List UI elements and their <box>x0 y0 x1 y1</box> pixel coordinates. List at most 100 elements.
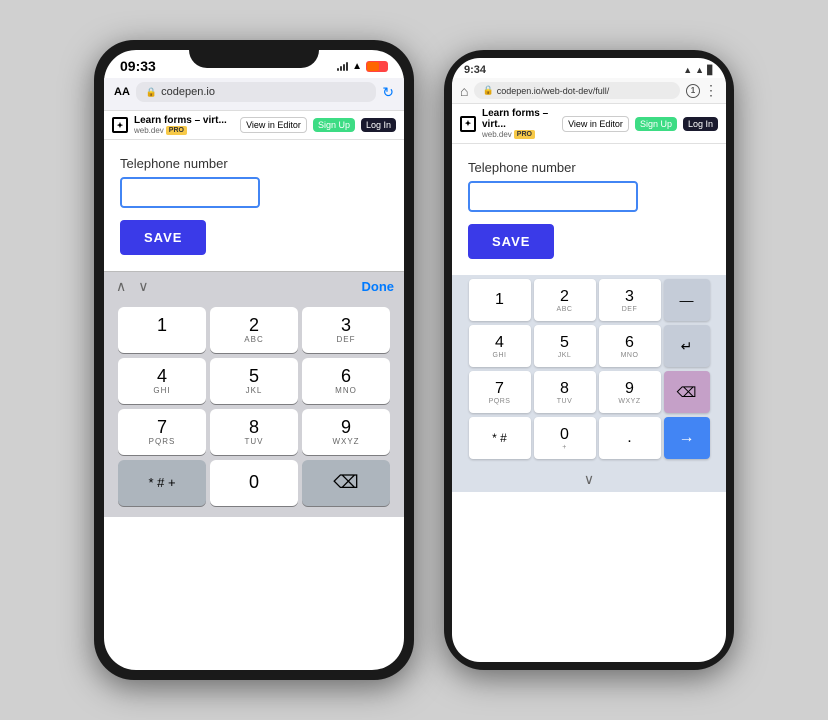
android-key-5[interactable]: 5 JKL <box>534 325 596 367</box>
kb-row-4: * # + 0 ⌫ <box>108 460 400 506</box>
android-home-icon[interactable]: ⌂ <box>460 83 468 99</box>
android-telephone-input[interactable] <box>468 181 638 212</box>
key-9[interactable]: 9 WXYZ <box>302 409 390 455</box>
kb-nav[interactable]: ∧ ∨ <box>114 276 151 297</box>
login-button[interactable]: Log In <box>361 118 396 132</box>
android-telephone-label: Telephone number <box>468 160 710 175</box>
left-phone: 09:33 ▲ AA 🔒 codepe <box>94 40 414 680</box>
ios-browser-bar[interactable]: AA 🔒 codepen.io ↻ <box>104 78 404 111</box>
view-in-editor-button[interactable]: View in Editor <box>240 117 307 133</box>
android-keyboard: 1 2 ABC 3 DEF — 4 GHI <box>452 275 726 467</box>
android-key-go[interactable]: → <box>664 417 710 459</box>
android-key-dot[interactable]: . <box>599 417 661 459</box>
battery-icon <box>366 61 388 72</box>
android-menu-icon[interactable]: ⋮ <box>704 82 718 99</box>
android-status-bar: 9:34 ▲ ▲ ▊ <box>452 58 726 78</box>
android-key-enter[interactable]: ↵ <box>664 325 710 367</box>
android-codepen-logo: ✦ <box>460 116 476 132</box>
key-1[interactable]: 1 <box>118 307 206 353</box>
ios-keyboard: 1 2 ABC 3 DEF 4 GHI 5 <box>104 301 404 517</box>
key-2[interactable]: 2 ABC <box>210 307 298 353</box>
android-codepen-info: Learn forms – virt... web.dev PRO <box>482 108 556 139</box>
status-time: 09:33 <box>120 58 156 74</box>
android-status-icons: ▲ ▲ ▊ <box>683 65 714 76</box>
android-key-3[interactable]: 3 DEF <box>599 279 661 321</box>
android-url-bar[interactable]: 🔒 codepen.io/web-dot-dev/full/ <box>474 82 680 99</box>
android-codepen-title: Learn forms – virt... <box>482 108 556 130</box>
key-5[interactable]: 5 JKL <box>210 358 298 404</box>
codepen-logo: ✦ <box>112 117 128 133</box>
android-key-4[interactable]: 4 GHI <box>469 325 531 367</box>
kb-done-button[interactable]: Done <box>362 279 395 294</box>
android-save-button[interactable]: SAVE <box>468 224 554 259</box>
android-key-6[interactable]: 6 MNO <box>599 325 661 367</box>
android-codepen-toolbar: ✦ Learn forms – virt... web.dev PRO View… <box>452 104 726 144</box>
web-content: Telephone number SAVE <box>104 140 404 271</box>
kb-prev-button[interactable]: ∧ <box>114 276 128 297</box>
right-phone: 9:34 ▲ ▲ ▊ ⌂ 🔒 codepen.io/web-dot-dev/fu… <box>444 50 734 670</box>
android-pro-badge: PRO <box>514 130 535 139</box>
key-symbols[interactable]: * # + <box>118 460 206 506</box>
refresh-icon[interactable]: ↻ <box>382 84 394 101</box>
notch <box>189 40 319 68</box>
key-0[interactable]: 0 <box>210 460 298 506</box>
android-signal-icon: ▲ <box>683 65 692 75</box>
telephone-label: Telephone number <box>120 156 388 171</box>
android-url-text: codepen.io/web-dot-dev/full/ <box>497 86 610 96</box>
android-codepen-sub: web.dev PRO <box>482 130 556 139</box>
android-view-button[interactable]: View in Editor <box>562 116 629 132</box>
codepen-title: Learn forms – virt... <box>134 115 234 126</box>
key-7[interactable]: 7 PQRS <box>118 409 206 455</box>
android-key-1[interactable]: 1 <box>469 279 531 321</box>
right-screen: 9:34 ▲ ▲ ▊ ⌂ 🔒 codepen.io/web-dot-dev/fu… <box>452 58 726 662</box>
keyboard-toolbar: ∧ ∨ Done <box>104 271 404 301</box>
android-login-button[interactable]: Log In <box>683 117 718 131</box>
signal-icon <box>337 61 348 71</box>
android-key-backspace[interactable]: ⌫ <box>664 371 710 413</box>
android-web-content: Telephone number SAVE <box>452 144 726 275</box>
codepen-info: Learn forms – virt... web.dev PRO <box>134 115 234 135</box>
key-8[interactable]: 8 TUV <box>210 409 298 455</box>
signup-button[interactable]: Sign Up <box>313 118 355 132</box>
android-browser-bar[interactable]: ⌂ 🔒 codepen.io/web-dot-dev/full/ 1 ⋮ <box>452 78 726 104</box>
codepen-sub: web.dev PRO <box>134 126 234 135</box>
android-tab-icon[interactable]: 1 <box>686 84 700 98</box>
left-screen: 09:33 ▲ AA 🔒 codepe <box>104 50 404 670</box>
url-bar[interactable]: 🔒 codepen.io <box>136 82 376 102</box>
telephone-input[interactable] <box>120 177 260 208</box>
android-battery-icon: ▊ <box>707 65 714 76</box>
android-time: 9:34 <box>464 64 486 76</box>
android-kb-row-4: * # 0 + . → <box>454 417 724 459</box>
pro-badge: PRO <box>166 126 187 135</box>
codepen-toolbar: ✦ Learn forms – virt... web.dev PRO View… <box>104 111 404 140</box>
android-key-2[interactable]: 2 ABC <box>534 279 596 321</box>
android-wifi-icon: ▲ <box>695 65 704 75</box>
status-icons: ▲ <box>337 61 388 72</box>
key-backspace[interactable]: ⌫ <box>302 460 390 506</box>
android-key-symbols[interactable]: * # <box>469 417 531 459</box>
wifi-icon: ▲ <box>352 61 362 72</box>
save-button[interactable]: SAVE <box>120 220 206 255</box>
reader-label: AA <box>114 86 130 98</box>
kb-next-button[interactable]: ∨ <box>136 276 150 297</box>
android-kb-handle[interactable]: ∨ <box>452 467 726 492</box>
android-browser-icons: 1 ⋮ <box>686 82 718 99</box>
key-3[interactable]: 3 DEF <box>302 307 390 353</box>
key-4[interactable]: 4 GHI <box>118 358 206 404</box>
kb-row-1: 1 2 ABC 3 DEF <box>108 307 400 353</box>
kb-row-3: 7 PQRS 8 TUV 9 WXYZ <box>108 409 400 455</box>
android-key-9[interactable]: 9 WXYZ <box>599 371 661 413</box>
android-kb-row-2: 4 GHI 5 JKL 6 MNO ↵ <box>454 325 724 367</box>
android-kb-row-1: 1 2 ABC 3 DEF — <box>454 279 724 321</box>
url-text: codepen.io <box>161 86 215 98</box>
android-kb-row-3: 7 PQRS 8 TUV 9 WXYZ ⌫ <box>454 371 724 413</box>
lock-icon: 🔒 <box>146 87 157 98</box>
android-signup-button[interactable]: Sign Up <box>635 117 677 131</box>
android-key-7[interactable]: 7 PQRS <box>469 371 531 413</box>
android-key-minus[interactable]: — <box>664 279 710 321</box>
key-6[interactable]: 6 MNO <box>302 358 390 404</box>
android-lock-icon: 🔒 <box>482 85 493 96</box>
android-key-0[interactable]: 0 + <box>534 417 596 459</box>
kb-row-2: 4 GHI 5 JKL 6 MNO <box>108 358 400 404</box>
android-key-8[interactable]: 8 TUV <box>534 371 596 413</box>
